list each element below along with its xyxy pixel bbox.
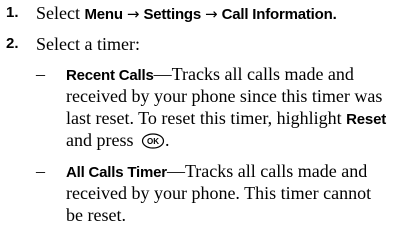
step-prefix: Select bbox=[36, 3, 85, 23]
reset-option-label: Reset bbox=[346, 111, 387, 128]
step-number: 2. bbox=[6, 35, 19, 52]
list-dash: – bbox=[36, 161, 45, 181]
list-dash: – bbox=[36, 64, 45, 84]
step-text: Select Menu → Settings → Call Information. bbox=[36, 2, 337, 26]
timer-text: . bbox=[164, 130, 170, 150]
timer-description: Recent Calls—Tracks all calls made and r… bbox=[66, 63, 404, 151]
timer-text: —Tracks all calls made and bbox=[166, 161, 368, 181]
timer-text: and press bbox=[66, 130, 138, 150]
arrow-icon: → bbox=[205, 5, 218, 23]
timer-text: last reset. To reset this timer, highlig… bbox=[66, 108, 347, 128]
ok-key-label: OK bbox=[147, 137, 159, 146]
arrow-icon: → bbox=[126, 5, 140, 23]
step-text: Select a timer: bbox=[36, 34, 140, 54]
menu-path-item: Call Information. bbox=[221, 6, 337, 23]
timer-text: be reset. bbox=[66, 205, 126, 225]
timer-text: received by your phone since this timer … bbox=[66, 86, 383, 106]
step-number: 1. bbox=[6, 4, 19, 21]
timer-item-all-calls: – All Calls Timer—Tracks all calls made … bbox=[0, 160, 407, 226]
timer-name: Recent Calls bbox=[66, 67, 154, 84]
timer-name: All Calls Timer bbox=[66, 164, 167, 181]
instruction-page: 1. Select Menu → Settings → Call Information… bbox=[0, 0, 407, 245]
menu-path-item: Menu bbox=[84, 6, 123, 23]
menu-path-item: Settings bbox=[143, 6, 202, 23]
timer-text: —Tracks all calls made and bbox=[153, 64, 354, 84]
timer-description: All Calls Timer—Tracks all calls made an… bbox=[66, 160, 404, 226]
timer-item-recent-calls: – Recent Calls—Tracks all calls made and… bbox=[0, 63, 407, 151]
ok-key-icon: OK bbox=[141, 133, 165, 149]
timer-text: received by your phone. This timer canno… bbox=[66, 183, 372, 203]
